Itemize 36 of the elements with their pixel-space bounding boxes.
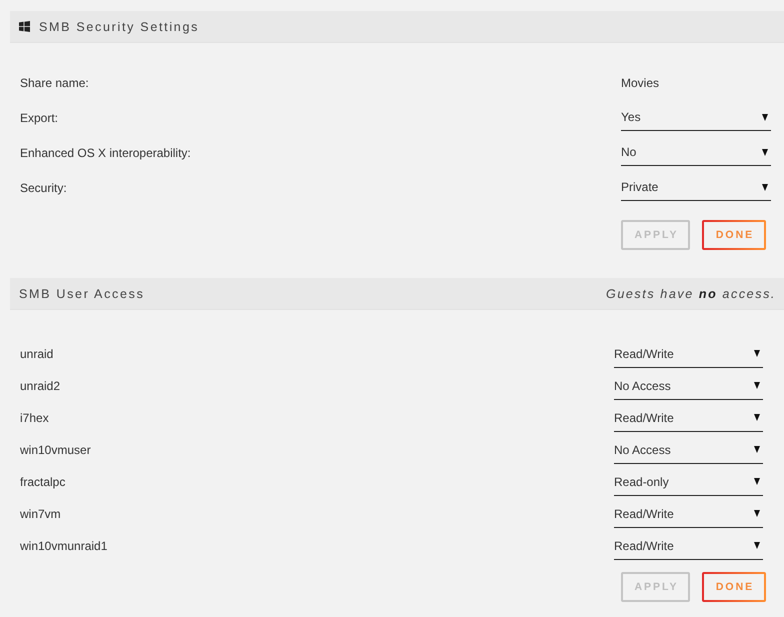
dropdown[interactable]: Read/Write	[614, 532, 763, 560]
caret-icon	[754, 446, 760, 453]
user-name: win10vmuser	[20, 443, 91, 457]
caret-icon	[754, 478, 760, 485]
section-title: SMB User Access	[19, 286, 145, 300]
user-name: unraid	[20, 347, 54, 361]
dropdown[interactable]: Private	[621, 174, 771, 201]
field-value: Movies	[621, 76, 660, 90]
caret-icon	[762, 148, 768, 156]
caret-icon	[754, 414, 760, 421]
dropdown[interactable]: Read/Write	[614, 404, 763, 432]
caret-icon	[754, 510, 760, 517]
dropdown[interactable]: Read-only	[614, 468, 763, 496]
caret-icon	[762, 184, 768, 190]
user-name: i7hex	[20, 411, 49, 425]
caret-icon	[754, 382, 760, 389]
field-label: Security:	[20, 180, 67, 194]
windows-logo-icon	[19, 21, 30, 32]
field-label: Enhanced OS X interoperability:	[20, 146, 191, 160]
guest-access-note: Guests have no access.	[606, 286, 776, 300]
user-name: win10vmunraid1	[20, 539, 108, 553]
dropdown[interactable]: Read/Write	[614, 340, 763, 368]
dropdown[interactable]: No Access	[614, 372, 763, 400]
field-label: Share name:	[20, 76, 89, 90]
field-label: Export:	[20, 110, 58, 124]
caret-icon	[762, 114, 768, 120]
user-name: win7vm	[20, 507, 61, 521]
section-title: SMB Security Settings	[39, 20, 200, 34]
dropdown[interactable]: No	[621, 139, 771, 166]
dropdown[interactable]: Yes	[621, 104, 771, 131]
caret-icon	[754, 542, 760, 549]
dropdown[interactable]: Read/Write	[614, 500, 763, 528]
caret-icon	[754, 350, 760, 357]
user-name: unraid2	[20, 379, 60, 393]
dropdown[interactable]: No Access	[614, 436, 763, 464]
user-name: fractalpc	[20, 475, 66, 489]
